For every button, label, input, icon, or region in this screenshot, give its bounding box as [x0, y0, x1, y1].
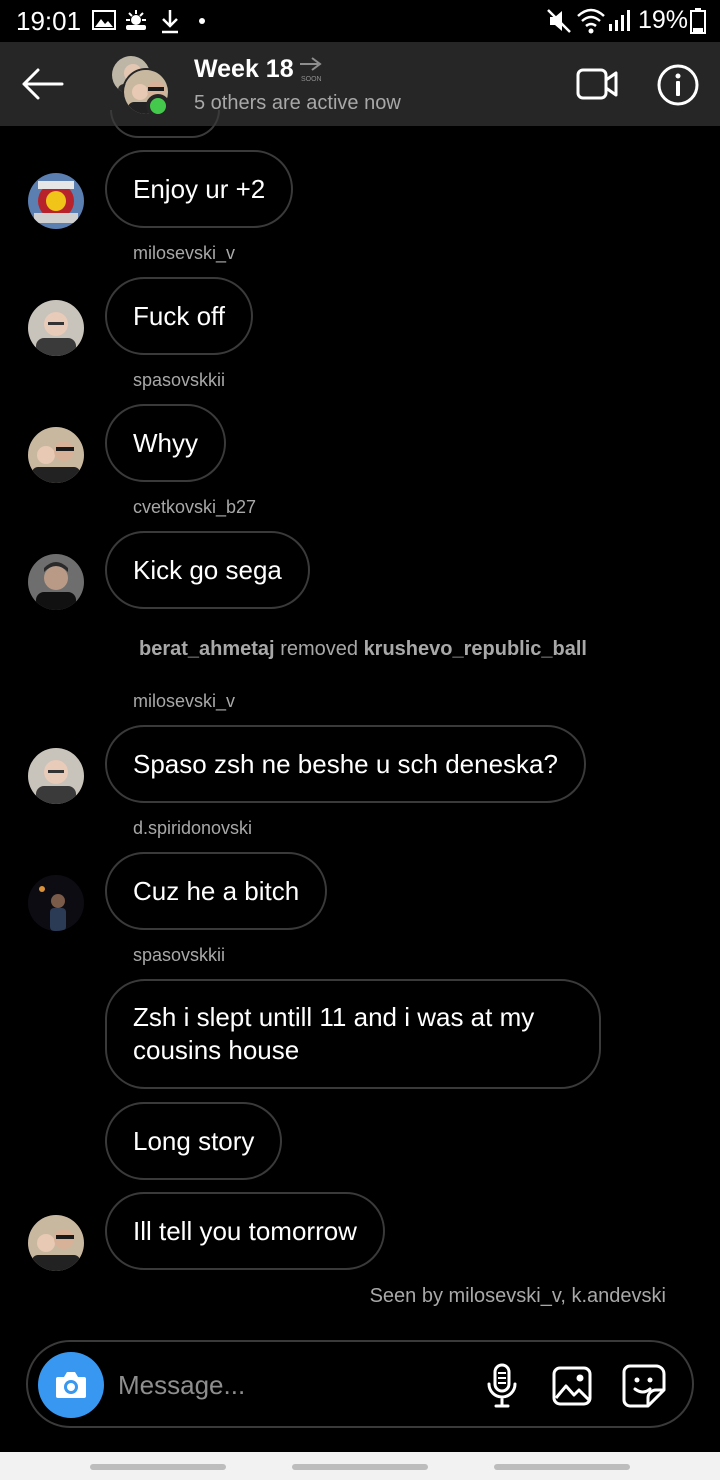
night-avatar[interactable]: [28, 875, 84, 931]
system-nav-bar: [0, 1452, 720, 1480]
message-bubble[interactable]: Whyy: [105, 404, 226, 482]
back-arrow-icon[interactable]: [14, 60, 70, 108]
system-action: removed: [280, 638, 358, 660]
gallery-icon[interactable]: [550, 1364, 594, 1408]
previous-message-bubble: [110, 110, 220, 138]
message-bubble[interactable]: Zsh i slept untill 11 and i was at my co…: [105, 979, 601, 1089]
system-message: berat_ahmetaj removed krushevo_republic_…: [139, 638, 587, 661]
message-composer: [26, 1340, 694, 1428]
sender-username: cvetkovski_b27: [133, 497, 257, 517]
chat-title[interactable]: Week 18: [194, 55, 294, 84]
chat-header: Week 18 SOON 5 others are active now: [0, 42, 720, 126]
weather-icon: [126, 10, 146, 30]
system-actor: berat_ahmetaj: [139, 638, 275, 660]
camera-icon: [56, 1372, 86, 1398]
video-call-icon[interactable]: [574, 64, 622, 104]
sender-username: spasovskkii: [133, 945, 226, 965]
mute-icon: [547, 9, 571, 33]
message-bubble[interactable]: Long story: [105, 1102, 283, 1180]
chat-subtitle: 5 others are active now: [194, 92, 401, 114]
microphone-icon[interactable]: [480, 1362, 524, 1410]
wifi-icon: [577, 8, 605, 34]
user-avatar[interactable]: [28, 554, 84, 610]
system-target: krushevo_republic_ball: [363, 638, 587, 660]
camera-button[interactable]: [38, 1352, 104, 1418]
sticker-icon[interactable]: [620, 1362, 668, 1410]
sender-username: d.spiridonovski: [133, 818, 253, 838]
nav-home-button[interactable]: [292, 1464, 428, 1470]
nav-recents-button[interactable]: [90, 1464, 226, 1470]
user-avatar[interactable]: [28, 300, 84, 356]
battery-percent: 19%: [638, 6, 689, 34]
info-icon[interactable]: [656, 63, 700, 107]
sender-username: milosevski_v: [133, 691, 236, 711]
message-bubble[interactable]: Spaso zsh ne beshe u sch deneska?: [105, 725, 586, 803]
download-icon: [162, 10, 178, 34]
user-avatar[interactable]: [28, 748, 84, 804]
message-input[interactable]: [118, 1362, 458, 1408]
soon-arrow-icon: SOON: [300, 57, 322, 83]
soon-label: SOON: [301, 76, 322, 83]
pair-avatar[interactable]: [28, 427, 84, 483]
message-bubble[interactable]: Cuz he a bitch: [105, 852, 328, 930]
seen-by-label: Seen by milosevski_v, k.andevski: [369, 1285, 666, 1307]
message-bubble[interactable]: Ill tell you tomorrow: [105, 1192, 385, 1270]
message-bubble[interactable]: Enjoy ur +2: [105, 150, 294, 228]
gallery-icon: [92, 10, 116, 30]
message-bubble[interactable]: Fuck off: [105, 277, 254, 355]
signal-icon: [609, 10, 630, 31]
status-bar: 19:01 19%: [0, 0, 720, 42]
pair-avatar[interactable]: [28, 1215, 84, 1271]
nav-back-button[interactable]: [494, 1464, 630, 1470]
sender-username: milosevski_v: [133, 243, 236, 263]
battery-icon: [690, 8, 706, 34]
emblem-avatar[interactable]: [28, 173, 84, 229]
status-time: 19:01: [16, 6, 82, 36]
message-bubble[interactable]: Kick go sega: [105, 531, 310, 609]
sender-username: spasovskkii: [133, 370, 226, 390]
dot-icon: [199, 18, 205, 24]
